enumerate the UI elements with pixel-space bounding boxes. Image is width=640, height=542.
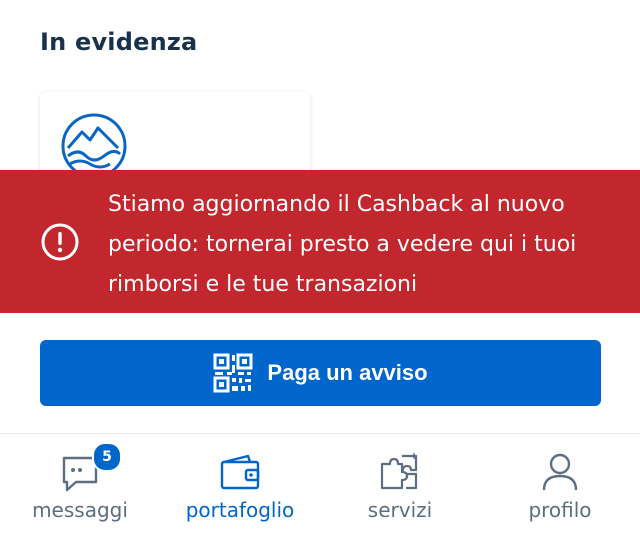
- tab-portafoglio[interactable]: portafoglio: [160, 434, 320, 542]
- pay-notice-button[interactable]: Paga un avviso: [40, 340, 601, 406]
- section-title: In evidenza: [40, 28, 198, 56]
- unread-count-badge: 5: [92, 442, 122, 472]
- tab-label: profilo: [528, 498, 592, 522]
- pay-button-label: Paga un avviso: [267, 360, 428, 385]
- user-icon: [542, 453, 578, 491]
- tab-servizi[interactable]: servizi: [320, 434, 480, 542]
- banner-line: Stiamo aggiornando il Cashback al nuovo: [108, 192, 565, 217]
- banner-line: periodo: tornerai presto a vedere qui i …: [108, 232, 577, 257]
- tab-label: servizi: [367, 498, 433, 522]
- puzzle-icon: [380, 452, 418, 490]
- tab-profilo[interactable]: profilo: [480, 434, 640, 542]
- qr-code-icon: [213, 353, 253, 393]
- banner-line: rimborsi e le tue transazioni: [108, 272, 418, 297]
- tab-label: portafoglio: [185, 498, 295, 522]
- exclamation-circle-icon: [41, 223, 79, 261]
- wallet-icon: [220, 454, 260, 490]
- tab-messaggi[interactable]: 5 messaggi: [0, 434, 160, 542]
- bottom-tab-bar: 5 messaggi portafoglio servizi profilo: [0, 433, 640, 542]
- banner-message: Stiamo aggiornando il Cashback al nuovo …: [108, 185, 608, 305]
- tab-label: messaggi: [32, 498, 128, 522]
